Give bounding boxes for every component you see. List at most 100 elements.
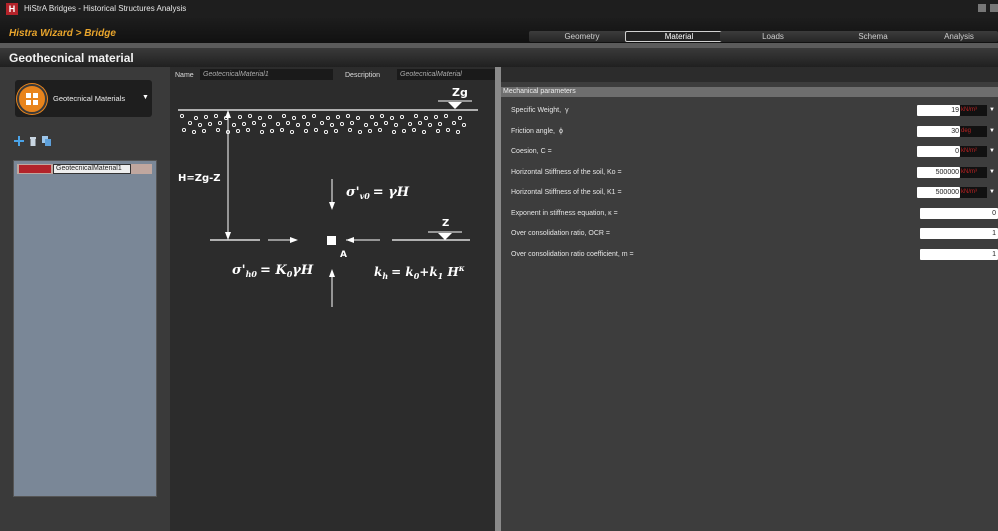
soil-particle	[257, 115, 263, 121]
name-input[interactable]: GeotecnicalMaterial1	[200, 69, 333, 80]
soil-particle	[363, 122, 369, 128]
soil-particle	[457, 115, 463, 121]
soil-particle	[399, 114, 405, 120]
tab-material[interactable]: Material	[625, 31, 733, 42]
horizontal-stress-formula: σ'h0 = K0γH	[232, 263, 314, 279]
list-item[interactable]: GeotecnicalMaterial1	[17, 164, 152, 174]
soil-particle	[285, 120, 291, 126]
soil-particle	[325, 115, 331, 121]
soil-particle	[357, 129, 363, 135]
soil-particle	[267, 114, 273, 120]
param-symbol: ϕ	[558, 128, 563, 135]
soil-particle	[275, 121, 281, 127]
soil-particle	[179, 113, 185, 119]
chevron-down-icon[interactable]: ▼	[989, 146, 998, 157]
soil-particle	[347, 127, 353, 133]
soil-particle	[311, 113, 317, 119]
soil-particle	[323, 129, 329, 135]
unit-select[interactable]: kN/m³	[960, 187, 987, 198]
soil-particle	[367, 128, 373, 134]
soil-particle	[291, 115, 297, 121]
soil-particle	[237, 114, 243, 120]
soil-particle	[235, 128, 241, 134]
z-label: Z	[442, 218, 449, 229]
z-marker-icon	[438, 233, 452, 240]
soil-particle	[245, 127, 251, 133]
soil-particle	[201, 128, 207, 134]
material-type-dropdown[interactable]: Geotecnical Materials ▼	[15, 80, 152, 117]
soil-particle	[433, 114, 439, 120]
chevron-down-icon[interactable]: ▼	[989, 105, 998, 116]
soil-particle	[373, 121, 379, 127]
minimize-icon[interactable]	[978, 4, 986, 12]
soil-particle	[289, 129, 295, 135]
soil-particle	[413, 113, 419, 119]
param-value-input[interactable]: 30	[917, 126, 960, 137]
param-label-text: Exponent in stiffness equation, κ =	[511, 210, 618, 217]
param-label-text: Friction angle,	[511, 128, 555, 135]
mechanical-header: Mechanical parameters	[501, 87, 998, 97]
add-icon[interactable]	[14, 136, 24, 146]
soil-particle	[435, 128, 441, 134]
description-input[interactable]: GeotecnicalMaterial	[397, 69, 495, 80]
soil-particle	[231, 122, 237, 128]
breadcrumb[interactable]: Histra Wizard > Bridge	[9, 28, 116, 39]
tab-geometry[interactable]: Geometry	[529, 31, 635, 42]
dropdown-label: Geotecnical Materials	[53, 94, 126, 103]
param-label: Coesion, C =	[511, 148, 552, 155]
material-color-swatch	[19, 165, 51, 173]
tab-schema[interactable]: Schema	[820, 31, 926, 42]
param-value-input[interactable]: 500000	[917, 167, 960, 178]
param-value-input[interactable]: 0	[917, 146, 960, 157]
param-value-input[interactable]: 1	[920, 228, 998, 239]
tab-loads[interactable]: Loads	[720, 31, 826, 42]
restore-icon[interactable]	[990, 4, 998, 12]
unit-select[interactable]: kN/m²	[960, 146, 987, 157]
delete-icon[interactable]	[28, 136, 38, 146]
soil-particle	[241, 121, 247, 127]
soil-particle	[329, 122, 335, 128]
material-name[interactable]: GeotecnicalMaterial1	[53, 164, 131, 174]
point-a-marker	[327, 236, 336, 245]
chevron-down-icon[interactable]: ▼	[989, 167, 998, 178]
soil-stress-diagram: Zg H=Zg-Z Z A σ'v0 = γH σ'h0 = K0γH kh = k0…	[178, 86, 478, 307]
soil-particle	[279, 127, 285, 133]
soil-particle	[445, 127, 451, 133]
soil-particle	[389, 115, 395, 121]
material-list: GeotecnicalMaterial1	[13, 160, 157, 497]
unit-select[interactable]: kN/m³	[960, 167, 987, 178]
chevron-down-icon[interactable]: ▼	[989, 187, 998, 198]
soil-particle	[401, 128, 407, 134]
soil-particle	[207, 121, 213, 127]
app-logo: H	[6, 3, 18, 15]
soil-particle	[301, 114, 307, 120]
param-symbol: γ	[565, 107, 569, 114]
param-value-input[interactable]: 19	[917, 105, 960, 116]
soil-particle	[345, 113, 351, 119]
soil-particle	[269, 128, 275, 134]
soil-particle	[455, 129, 461, 135]
soil-particle	[391, 129, 397, 135]
zg-label: Zg	[452, 86, 468, 99]
param-label-text: Specific Weight,	[511, 107, 562, 114]
section-header: Geothecnical material	[0, 48, 998, 67]
materials-grid-icon	[17, 84, 47, 114]
unit-select[interactable]: deg	[960, 126, 987, 137]
title-bar: H HiStrA Bridges - Historical Structures…	[0, 0, 998, 18]
soil-particle	[295, 122, 301, 128]
point-a-label: A	[340, 250, 347, 260]
tab-analysis[interactable]: Analysis	[920, 31, 998, 42]
param-value-input[interactable]: 0	[920, 208, 998, 219]
param-value-input[interactable]: 500000	[917, 187, 960, 198]
unit-select[interactable]: kN/m³	[960, 105, 987, 116]
description-label: Description	[345, 72, 381, 79]
param-value-input[interactable]: 1	[920, 249, 998, 260]
soil-particle	[421, 129, 427, 135]
param-label: Horizontal Stiffness of the soil, Ko =	[511, 169, 622, 176]
soil-particle	[281, 113, 287, 119]
chevron-down-icon[interactable]: ▼	[989, 126, 998, 137]
soil-particle	[461, 122, 467, 128]
copy-icon[interactable]	[42, 136, 52, 146]
param-label: Horizontal Stiffness of the soil, K1 =	[511, 189, 622, 196]
left-stress-arrow	[290, 237, 298, 243]
